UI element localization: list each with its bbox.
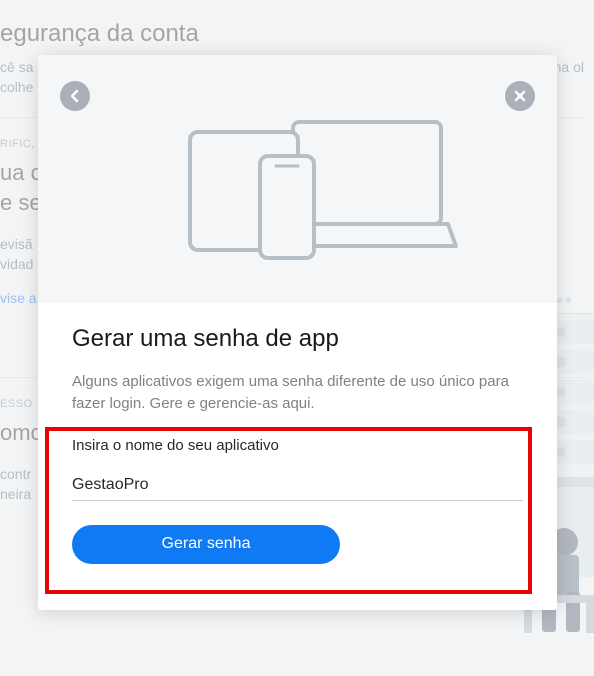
generate-password-button[interactable]: Gerar senha [72, 525, 340, 564]
app-password-modal: Gerar uma senha de app Alguns aplicativo… [38, 55, 557, 610]
back-button[interactable] [60, 81, 90, 111]
modal-header [38, 55, 557, 303]
generate-password-label: Gerar senha [162, 535, 251, 553]
close-button[interactable] [505, 81, 535, 111]
modal-description: Alguns aplicativos exigem uma senha dife… [72, 371, 523, 415]
modal-body: Gerar uma senha de app Alguns aplicativo… [38, 303, 557, 590]
devices-illustration [138, 104, 458, 274]
chevron-left-icon [67, 88, 83, 104]
app-name-label: Insira o nome do seu aplicativo [72, 437, 523, 454]
app-name-input[interactable] [72, 474, 523, 501]
modal-title: Gerar uma senha de app [72, 325, 523, 353]
close-icon [512, 88, 528, 104]
